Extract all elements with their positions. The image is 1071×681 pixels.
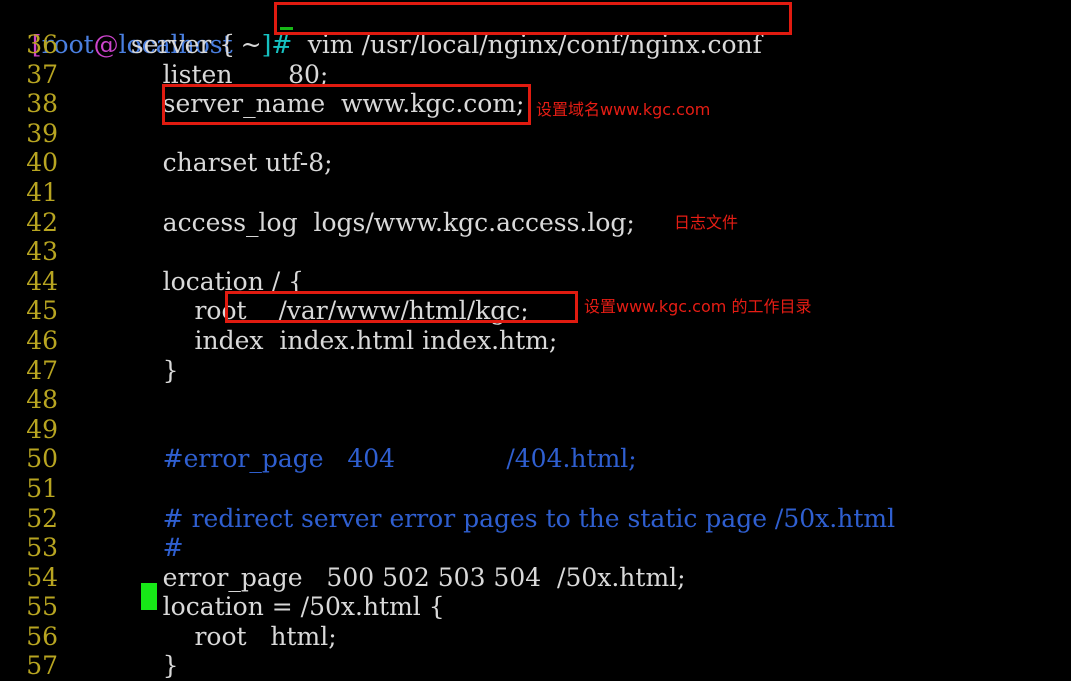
line-content: # redirect server error pages to the sta… — [115, 503, 896, 533]
vim-buffer[interactable]: 36 server {37 listen 80; 38 server_name w… — [0, 30, 1071, 681]
vim-block-cursor — [141, 583, 157, 610]
line-content: } — [115, 355, 179, 385]
code-line[interactable]: 45 root /var/www/html/kgc; — [0, 296, 1071, 326]
line-content: location / { — [115, 266, 305, 296]
line-content: # — [115, 533, 184, 563]
code-line[interactable]: 44 location / { — [0, 267, 1071, 297]
code-line[interactable]: 43 — [0, 237, 1071, 267]
code-line[interactable]: 46 index index.html index.htm; — [0, 326, 1071, 356]
code-line[interactable]: 42 access_log logs/www.kgc.access.log; — [0, 208, 1071, 238]
code-line[interactable]: 49 — [0, 415, 1071, 445]
line-number: 56 — [26, 621, 58, 651]
line-number: 54 — [26, 562, 58, 592]
line-number: 43 — [26, 237, 58, 267]
line-content: index index.html index.htm; — [115, 325, 558, 355]
code-line[interactable]: 54 error_page 500 502 503 504 /50x.html; — [0, 563, 1071, 593]
line-content: root /var/www/html/kgc; — [115, 296, 529, 326]
code-line[interactable]: 53 # — [0, 533, 1071, 563]
code-line[interactable]: 52 # redirect server error pages to the … — [0, 504, 1071, 534]
line-number: 53 — [26, 533, 58, 563]
line-content: server_name www.kgc.com; — [115, 89, 525, 119]
code-line[interactable]: 39 — [0, 119, 1071, 149]
line-content: location = /50x.html { — [115, 592, 445, 622]
line-number: 48 — [26, 385, 58, 415]
line-content: error_page 500 502 503 504 /50x.html; — [115, 562, 686, 592]
code-line[interactable]: 55 location = /50x.html { — [0, 592, 1071, 622]
line-number: 39 — [26, 118, 58, 148]
line-number: 46 — [26, 325, 58, 355]
shell-prompt-line: [root@localhost ~]# — [0, 0, 292, 59]
line-number: 47 — [26, 355, 58, 385]
code-line[interactable]: 47 } — [0, 356, 1071, 386]
line-content: listen 80; — [115, 59, 329, 89]
code-line[interactable]: 41 — [0, 178, 1071, 208]
vim-command-text-wrap[interactable]: vim /usr/local/nginx/conf/nginx.conf — [276, 0, 762, 59]
line-content: } — [115, 651, 179, 681]
code-line[interactable]: 48 — [0, 385, 1071, 415]
code-line[interactable]: 36 server { — [0, 30, 1071, 60]
code-line[interactable]: 50 #error_page 404 /404.html; — [0, 444, 1071, 474]
code-line[interactable]: 56 root html; — [0, 622, 1071, 652]
line-number: 36 — [26, 30, 58, 59]
code-line[interactable]: 51 — [0, 474, 1071, 504]
line-content: root html; — [115, 621, 337, 651]
line-number: 51 — [26, 473, 58, 503]
annot-server-name: 设置域名www.kgc.com — [536, 100, 711, 119]
line-number: 44 — [26, 266, 58, 296]
line-content: access_log logs/www.kgc.access.log; — [115, 207, 635, 237]
line-number: 37 — [26, 59, 58, 89]
line-content: #error_page 404 /404.html; — [115, 444, 637, 474]
line-number: 52 — [26, 503, 58, 533]
line-number: 38 — [26, 89, 58, 119]
line-number: 50 — [26, 444, 58, 474]
code-line[interactable]: 40 charset utf-8; — [0, 148, 1071, 178]
line-content: server { — [115, 30, 236, 59]
line-number: 40 — [26, 148, 58, 178]
annot-root-dir: 设置www.kgc.com 的工作目录 — [584, 297, 812, 316]
line-number: 57 — [26, 651, 58, 681]
line-number: 41 — [26, 177, 58, 207]
line-content: charset utf-8; — [115, 148, 333, 178]
line-number: 45 — [26, 296, 58, 326]
annot-access-log: 日志文件 — [674, 213, 739, 232]
code-line[interactable]: 37 listen 80; — [0, 60, 1071, 90]
code-line[interactable]: 57 } — [0, 651, 1071, 681]
line-number: 42 — [26, 207, 58, 237]
line-number: 49 — [26, 414, 58, 444]
terminal-window: [root@localhost ~]# vim /usr/local/nginx… — [0, 0, 1071, 680]
line-number: 55 — [26, 592, 58, 622]
